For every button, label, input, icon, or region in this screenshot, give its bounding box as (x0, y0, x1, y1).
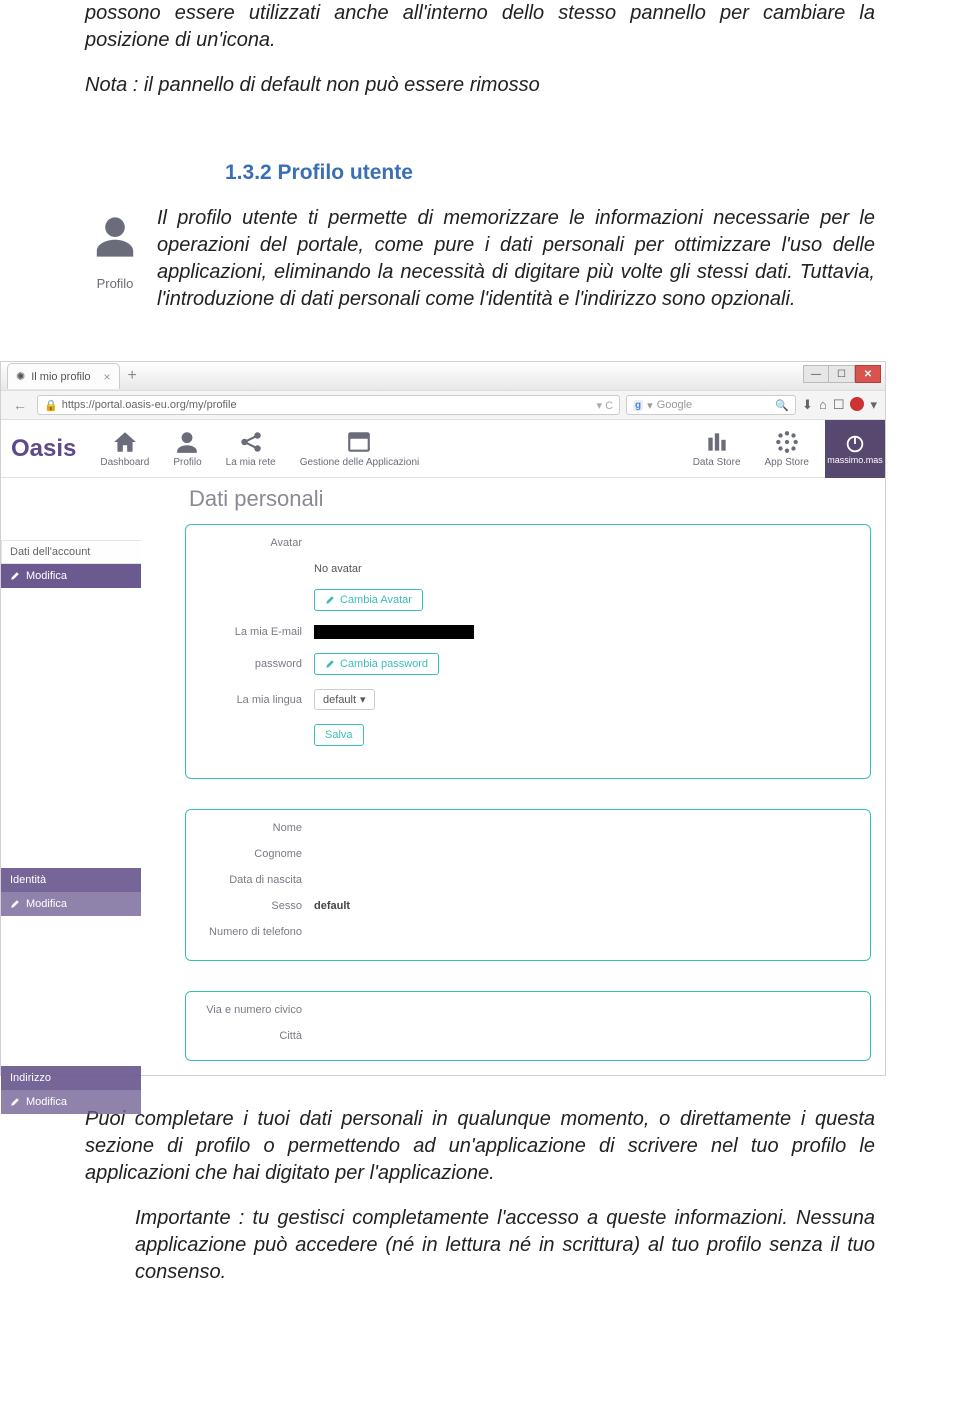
sidebar-item-account[interactable]: Dati dell'account (1, 540, 141, 564)
browser-window: ✺ Il mio profilo × + — ☐ ✕ ← 🔒 https://p… (0, 361, 886, 1076)
reload-icon[interactable]: ▾ C (597, 399, 614, 412)
search-placeholder: Google (657, 399, 692, 411)
label-lingua: La mia lingua (202, 694, 302, 706)
google-icon: g (633, 400, 643, 411)
after-para-1: Puoi completare i tuoi dati personali in… (85, 1106, 875, 1187)
new-tab-button[interactable]: + (128, 367, 137, 385)
change-password-button[interactable]: Cambia password (314, 653, 439, 675)
download-icon[interactable]: ⬇ (802, 397, 813, 414)
address-bar: ← 🔒 https://portal.oasis-eu.org/my/profi… (1, 390, 885, 420)
panel-identita: Nome Cognome Data di nascita Sesso defau… (185, 809, 871, 961)
nav-rete[interactable]: La mia rete (218, 429, 284, 468)
panel-indirizzo: Via e numero civico Città (185, 991, 871, 1061)
pencil-icon (10, 571, 20, 581)
sidebar-item-indirizzo[interactable]: Indirizzo (1, 1066, 141, 1090)
label-avatar: Avatar (202, 537, 302, 549)
label-password: password (202, 658, 302, 670)
search-icon[interactable]: 🔍 (775, 399, 789, 412)
window-minimize-button[interactable]: — (803, 365, 829, 383)
nav-datastore[interactable]: Data Store (685, 429, 749, 468)
section-heading: 1.3.2 Profilo utente (225, 159, 875, 187)
tab-title: Il mio profilo (31, 371, 90, 383)
nav-user-power[interactable]: massimo.mas (825, 420, 885, 478)
lingua-select[interactable]: default▾ (314, 689, 375, 710)
browser-tab[interactable]: ✺ Il mio profilo × (7, 363, 120, 389)
tab-favicon-icon: ✺ (16, 370, 25, 383)
sesso-value: default (314, 900, 350, 912)
profile-inline-icon: Profilo (85, 209, 145, 293)
save-button[interactable]: Salva (314, 724, 364, 746)
profile-inline-caption: Profilo (85, 275, 145, 293)
label-via: Via e numero civico (202, 1004, 302, 1016)
url-input[interactable]: 🔒 https://portal.oasis-eu.org/my/profile… (37, 395, 620, 415)
after-para-2: Importante : tu gestisci completamente l… (135, 1205, 875, 1286)
nav-dashboard[interactable]: Dashboard (92, 429, 157, 468)
label-telefono: Numero di telefono (202, 926, 302, 938)
profile-body-text: Il profilo utente ti permette di memoriz… (157, 205, 875, 313)
label-citta: Città (202, 1030, 302, 1042)
label-nascita: Data di nascita (202, 874, 302, 886)
addon-icon[interactable] (850, 397, 864, 414)
back-button[interactable]: ← (9, 397, 31, 413)
label-email: La mia E-mail (202, 626, 302, 638)
sidebar-item-identita[interactable]: Identità (1, 868, 141, 892)
lock-icon: 🔒 (44, 399, 58, 412)
sidebar-item-modifica-1[interactable]: Modifica (1, 564, 141, 588)
nav-profilo[interactable]: Profilo (165, 429, 209, 468)
panel-account: Avatar No avatar Cambia Avatar La mia E-… (185, 524, 871, 779)
browser-titlebar: ✺ Il mio profilo × + — ☐ ✕ (1, 362, 885, 390)
page-title: Dati personali (189, 486, 885, 512)
close-tab-icon[interactable]: × (104, 370, 111, 384)
nav-appstore[interactable]: App Store (757, 429, 817, 468)
window-close-button[interactable]: ✕ (855, 365, 881, 383)
label-nome: Nome (202, 822, 302, 834)
pencil-icon (10, 1097, 20, 1107)
intro-para: possono essere utilizzati anche all'inte… (85, 0, 875, 54)
oasis-logo[interactable]: Oasis (11, 435, 76, 463)
label-sesso: Sesso (202, 900, 302, 912)
bookmark-icon[interactable]: ☐ (833, 397, 845, 414)
nav-gestione[interactable]: Gestione delle Applicazioni (292, 429, 428, 468)
email-value-redacted (314, 625, 474, 639)
label-cognome: Cognome (202, 848, 302, 860)
note-para: Nota : il pannello di default non può es… (85, 72, 875, 99)
home-icon[interactable]: ⌂ (819, 397, 827, 414)
pencil-icon (325, 659, 335, 669)
pencil-icon (325, 595, 335, 605)
sidebar-item-modifica-3[interactable]: Modifica (1, 1090, 141, 1114)
sidebar-item-modifica-2[interactable]: Modifica (1, 892, 141, 916)
app-header: Oasis Dashboard Profilo La mia rete Gest… (1, 420, 885, 478)
menu-icon[interactable]: ▾ (870, 397, 877, 414)
change-avatar-button[interactable]: Cambia Avatar (314, 589, 423, 611)
window-maximize-button[interactable]: ☐ (829, 365, 855, 383)
search-input[interactable]: g ▾ Google 🔍 (626, 395, 796, 415)
no-avatar-text: No avatar (314, 563, 362, 575)
pencil-icon (10, 899, 20, 909)
url-text: https://portal.oasis-eu.org/my/profile (62, 399, 237, 411)
